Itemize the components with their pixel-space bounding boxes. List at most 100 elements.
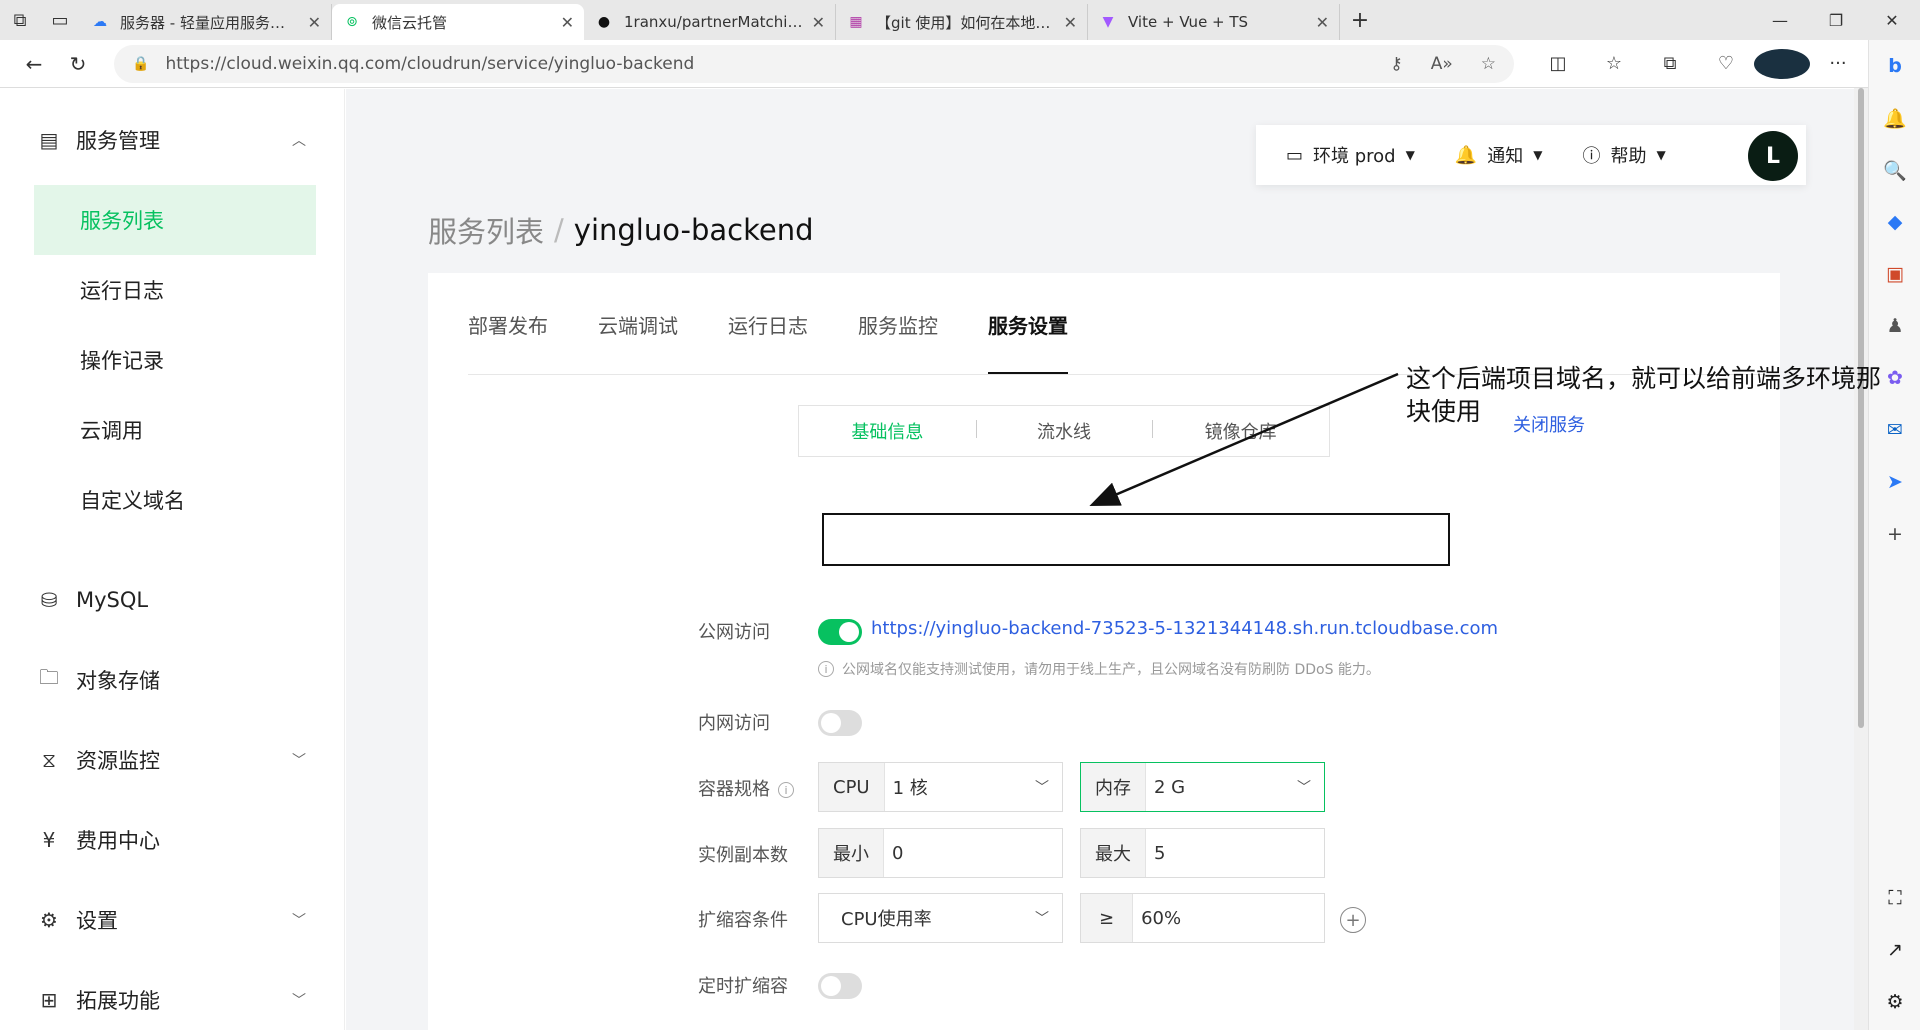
collections-icon[interactable]: ⧉: [1642, 53, 1698, 74]
new-tab-button[interactable]: +: [1340, 0, 1380, 40]
user-avatar[interactable]: L: [1748, 131, 1798, 181]
caret-down-icon: ▼: [1533, 148, 1543, 162]
yen-icon: ¥: [42, 828, 56, 852]
close-tab-icon[interactable]: ✕: [1316, 13, 1329, 32]
notification-menu[interactable]: 🔔 通知 ▼: [1455, 142, 1543, 168]
timed-scale-label: 定时扩缩容: [698, 976, 788, 997]
caret-down-icon: ▼: [1656, 148, 1666, 162]
add-icon[interactable]: +: [1869, 508, 1920, 560]
screenshot-icon[interactable]: ⛶: [1869, 872, 1920, 924]
chevron-down-icon: ﹀: [292, 913, 306, 929]
tab-actions-icon[interactable]: ▭: [40, 0, 80, 40]
scale-condition-label: 扩缩容条件: [698, 910, 788, 931]
nav-operation-records[interactable]: 操作记录: [34, 325, 316, 395]
close-tab-icon[interactable]: ✕: [1064, 13, 1077, 32]
public-access-toggle[interactable]: [818, 619, 862, 645]
performance-icon[interactable]: ♡: [1698, 53, 1754, 74]
timed-scale-toggle[interactable]: [818, 973, 862, 999]
toolbox-icon[interactable]: ▣: [1869, 248, 1920, 300]
service-tabs: 部署发布 云端调试 运行日志 服务监控 服务设置: [468, 273, 1118, 375]
tab-run-logs[interactable]: 运行日志: [728, 273, 808, 375]
tab-deploy[interactable]: 部署发布: [468, 273, 548, 375]
env-selector[interactable]: ▭ 环境 prod ▼: [1286, 142, 1415, 168]
cloud-icon: ☁: [93, 14, 107, 30]
send-icon[interactable]: ➤: [1869, 456, 1920, 508]
close-tab-icon[interactable]: ✕: [812, 13, 825, 32]
read-aloud-icon[interactable]: A»: [1431, 54, 1453, 74]
memory-select[interactable]: 内存 2 G ﹀: [1080, 762, 1325, 812]
max-replica-input[interactable]: 最大 5: [1080, 828, 1325, 878]
back-button[interactable]: ←: [12, 42, 56, 86]
scale-threshold-input[interactable]: ≥ 60%: [1080, 893, 1325, 943]
workspaces-icon[interactable]: ⧉: [0, 0, 40, 40]
breadcrumb-parent[interactable]: 服务列表: [428, 209, 544, 251]
nav-service-list[interactable]: 服务列表: [34, 185, 316, 255]
info-icon[interactable]: i: [778, 782, 794, 798]
browser-tab-2[interactable]: ⊚ 微信云托管 ✕: [332, 4, 584, 40]
favorite-star-icon[interactable]: ☆: [1481, 54, 1496, 74]
chevron-down-icon: ﹀: [292, 993, 306, 1009]
tag-icon[interactable]: ◆: [1869, 196, 1920, 248]
favorites-icon[interactable]: ☆: [1586, 53, 1642, 74]
public-url-link[interactable]: https://yingluo-backend-73523-5-13213441…: [871, 618, 1498, 639]
nav-run-logs[interactable]: 运行日志: [34, 255, 316, 325]
refresh-button[interactable]: ↻: [56, 42, 100, 86]
nav-billing[interactable]: ¥ 费用中心: [34, 805, 316, 875]
tab-service-settings[interactable]: 服务设置: [988, 273, 1068, 375]
private-access-toggle[interactable]: [818, 710, 862, 736]
help-menu[interactable]: ⓘ 帮助 ▼: [1583, 142, 1666, 168]
min-replica-input[interactable]: 最小 0: [818, 828, 1063, 878]
add-condition-icon[interactable]: +: [1340, 907, 1366, 933]
close-window-icon[interactable]: ✕: [1864, 0, 1920, 40]
top-menu: ▭ 环境 prod ▼ 🔔 通知 ▼ ⓘ 帮助 ▼ L: [1256, 125, 1806, 185]
notification-bell-icon[interactable]: 🔔: [1869, 92, 1920, 144]
open-external-icon[interactable]: ↗: [1869, 924, 1920, 976]
split-screen-icon[interactable]: ◫: [1530, 53, 1586, 74]
subtab-image-repo[interactable]: 镜像仓库: [1152, 418, 1329, 444]
subtab-basic-info[interactable]: 基础信息: [799, 418, 976, 444]
url-text: https://cloud.weixin.qq.com/cloudrun/ser…: [165, 53, 695, 74]
restore-icon[interactable]: ❐: [1808, 0, 1864, 40]
close-tab-icon[interactable]: ✕: [561, 13, 574, 32]
key-icon[interactable]: ⚷: [1390, 54, 1402, 74]
browser-tab-1[interactable]: ☁ 服务器 - 轻量应用服务器 - 控制台 ✕: [80, 4, 332, 40]
nav-extensions[interactable]: ⊞ 拓展功能 ﹀: [34, 965, 316, 1030]
url-field[interactable]: 🔒 https://cloud.weixin.qq.com/cloudrun/s…: [114, 44, 1514, 83]
close-tab-icon[interactable]: ✕: [308, 13, 321, 32]
help-circle-icon: ⓘ: [1582, 146, 1601, 167]
nav-object-storage[interactable]: 🗀 对象存储: [34, 645, 316, 715]
games-icon[interactable]: ♟: [1869, 300, 1920, 352]
left-nav: ▤ 服务管理 ︿ 服务列表 运行日志 操作记录 云调用 自定义域名 ⛁ MySQ…: [0, 89, 345, 1030]
tab-cloud-debug[interactable]: 云端调试: [598, 273, 678, 375]
minimize-icon[interactable]: —: [1752, 0, 1808, 40]
replica-label: 实例副本数: [698, 845, 788, 866]
chevron-up-icon: ︿: [292, 133, 306, 149]
nav-settings[interactable]: ⚙ 设置 ﹀: [34, 885, 316, 955]
more-icon[interactable]: ···: [1810, 53, 1866, 74]
nav-service-management[interactable]: ▤ 服务管理 ︿: [34, 105, 316, 175]
nav-resource-monitor[interactable]: ⧖ 资源监控 ﹀: [34, 725, 316, 795]
settings-subtabs: 基础信息 流水线 镜像仓库: [798, 405, 1330, 457]
browser-toolbar: ◫ ☆ ⧉ ♡ ···: [1530, 48, 1866, 79]
lock-icon[interactable]: 🔒: [132, 56, 149, 72]
sidebar-settings-icon[interactable]: ⚙: [1869, 976, 1920, 1028]
nav-custom-domain[interactable]: 自定义域名: [34, 465, 316, 535]
folder-icon: 🗀: [39, 665, 59, 689]
scale-metric-select[interactable]: CPU使用率 ﹀: [818, 893, 1063, 943]
nav-cloud-call[interactable]: 云调用: [34, 395, 316, 465]
window-controls: — ❐ ✕: [1752, 0, 1920, 40]
cpu-select[interactable]: CPU 1 核 ﹀: [818, 762, 1063, 812]
bing-icon[interactable]: b: [1869, 40, 1920, 92]
tab-monitor[interactable]: 服务监控: [858, 273, 938, 375]
page-scrollbar[interactable]: [1854, 88, 1868, 1030]
browser-tab-4[interactable]: ▦ 【git 使用】如何在本地管理和切换分支 ✕: [836, 4, 1088, 40]
profile-avatar[interactable]: [1754, 48, 1810, 79]
nav-mysql[interactable]: ⛁ MySQL: [34, 565, 316, 635]
browser-tab-3[interactable]: ● 1ranxu/partnerMatching-backend ✕: [584, 4, 836, 40]
environment-icon: ▭: [1286, 144, 1304, 166]
search-icon[interactable]: 🔍: [1869, 144, 1920, 196]
chevron-down-icon: ﹀: [1035, 911, 1049, 927]
subtab-pipeline[interactable]: 流水线: [975, 418, 1153, 444]
browser-tab-strip: ⧉ ▭ ☁ 服务器 - 轻量应用服务器 - 控制台 ✕ ⊚ 微信云托管 ✕ ● …: [0, 0, 1920, 40]
browser-tab-5[interactable]: ▼ Vite + Vue + TS ✕: [1088, 4, 1340, 40]
